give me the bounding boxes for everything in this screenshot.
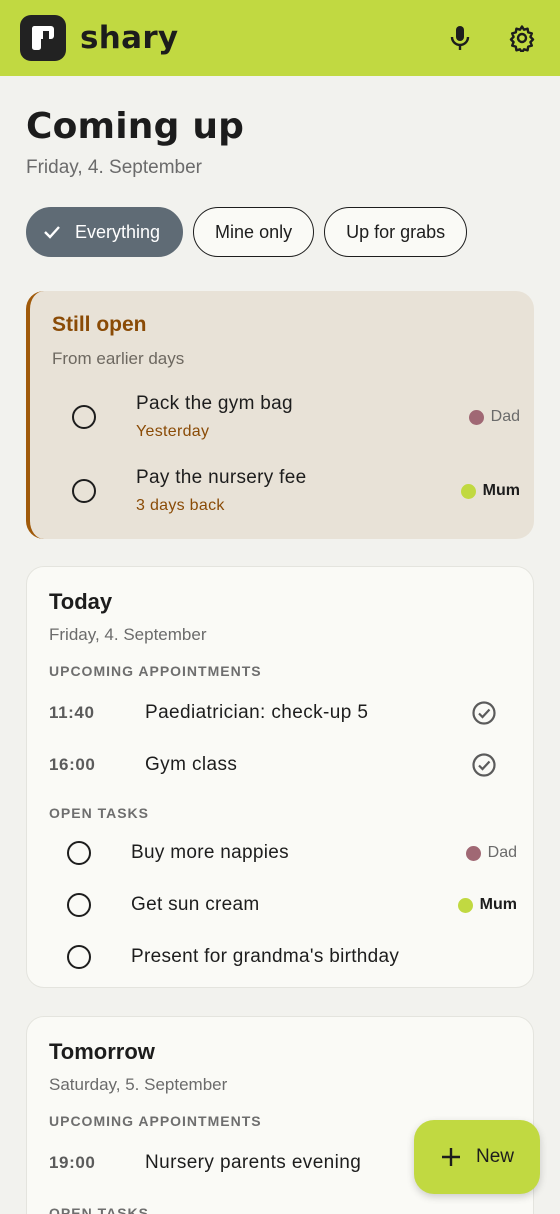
assignee-badge: Mum [457, 896, 517, 914]
assignee-badge: Mum [460, 482, 520, 500]
appointment-row[interactable]: 16:00 Gym class [49, 739, 533, 791]
filter-chip-label: Everything [75, 221, 161, 242]
task-checkbox[interactable] [72, 405, 96, 429]
today-card: Today Friday, 4. September UPCOMING APPO… [26, 566, 534, 988]
filter-chip-label: Up for grabs [346, 221, 446, 242]
page-date: Friday, 4. September [26, 157, 203, 178]
appointment-row[interactable]: 11:40 Paediatrician: check-up 5 [49, 687, 533, 739]
app-bar: shary [0, 0, 560, 76]
plus-icon [441, 1148, 460, 1166]
task-info: Pack the gym bag Yesterday [136, 393, 293, 441]
task-checkbox[interactable] [67, 841, 91, 865]
task-title: Present for grandma's birthday [131, 946, 400, 967]
list-item[interactable]: Pay the nursery fee 3 days back Mum [30, 459, 520, 523]
app-logo-icon [20, 15, 66, 61]
assignee-dot [465, 845, 481, 861]
assignee-name: Dad [490, 408, 520, 425]
assignee-dot [468, 409, 484, 425]
list-item[interactable]: Present for grandma's birthday [49, 931, 533, 983]
assignee-name: Mum [479, 896, 517, 913]
filter-chip-mine-only[interactable]: Mine only [193, 207, 315, 257]
task-checkbox[interactable] [72, 479, 96, 503]
page-title: Coming up [26, 106, 245, 147]
task-title: Get sun cream [131, 894, 260, 915]
new-button[interactable]: New [414, 1120, 540, 1194]
tasks-label: OPEN TASKS [49, 1205, 149, 1214]
assignee-badge: Dad [465, 844, 517, 862]
day-title: Today [49, 589, 113, 614]
assignee-dot [457, 897, 473, 913]
task-title: Pay the nursery fee [136, 467, 307, 488]
appointment-title: Gym class [145, 754, 238, 775]
microphone-button[interactable] [440, 18, 480, 58]
day-title: Tomorrow [49, 1039, 155, 1064]
list-item[interactable]: Pack the gym bag Yesterday Dad [30, 385, 520, 449]
check-icon [43, 225, 61, 239]
appointment-time: 19:00 [49, 1153, 96, 1172]
task-title: Pack the gym bag [136, 393, 293, 414]
filter-chip-everything[interactable]: Everything [26, 207, 184, 257]
assignee-dot [460, 483, 476, 499]
appointment-time: 16:00 [49, 755, 96, 774]
list-item[interactable]: Buy more nappies Dad [49, 827, 533, 879]
still-open-card: Still open From earlier days Pack the gy… [26, 291, 534, 539]
assignee-badge: Dad [468, 408, 520, 426]
task-title: Buy more nappies [131, 842, 289, 863]
check-circle-icon[interactable] [471, 700, 497, 726]
assignee-name: Mum [482, 482, 520, 499]
task-checkbox[interactable] [67, 945, 91, 969]
gear-icon [509, 25, 535, 52]
filter-chips: Everything Mine only Up for grabs [0, 179, 560, 257]
tasks-label: OPEN TASKS [49, 805, 149, 821]
day-date: Friday, 4. September [49, 625, 207, 644]
assignee-name: Dad [487, 844, 517, 861]
appointment-time: 11:40 [49, 703, 95, 722]
list-item[interactable]: Get sun cream Mum [49, 879, 533, 931]
day-date: Saturday, 5. September [49, 1075, 228, 1094]
task-checkbox[interactable] [67, 893, 91, 917]
task-info: Pay the nursery fee 3 days back [136, 467, 306, 515]
task-due: Yesterday [136, 423, 210, 440]
app-title: shary [80, 20, 179, 56]
still-open-title: Still open [52, 313, 147, 336]
still-open-subtitle: From earlier days [52, 349, 185, 368]
new-button-label: New [475, 1146, 514, 1167]
check-circle-icon[interactable] [471, 752, 497, 778]
appointment-title: Paediatrician: check-up 5 [145, 702, 369, 723]
filter-chip-label: Mine only [215, 221, 293, 242]
filter-chip-up-for-grabs[interactable]: Up for grabs [324, 207, 468, 257]
microphone-icon [450, 26, 470, 50]
settings-button[interactable] [502, 18, 542, 58]
appointments-label: UPCOMING APPOINTMENTS [49, 663, 262, 679]
task-due: 3 days back [136, 497, 225, 514]
page-header: Coming up Friday, 4. September [0, 76, 560, 179]
